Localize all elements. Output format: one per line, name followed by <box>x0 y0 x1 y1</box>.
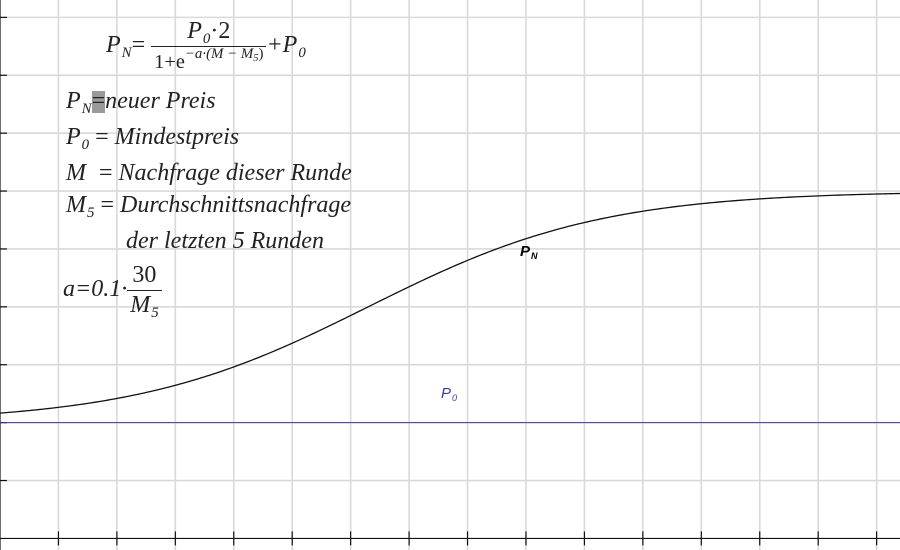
a-formula: a=0.1· 30 M5 <box>63 262 162 322</box>
numerator-rest: ·2 <box>210 18 231 44</box>
legend-text: Mindestpreis <box>114 124 240 150</box>
formula-denominator: 1+e−a·(M − M5) <box>151 46 266 75</box>
formula-fraction: P0·2 1+e−a·(M − M5) <box>151 18 267 75</box>
legend-sub: 0 <box>81 137 90 154</box>
a-formula-lhs: a=0.1· <box>63 276 128 303</box>
a-formula-fraction: 30 M5 <box>127 262 162 322</box>
a-den-sym: M <box>130 292 151 318</box>
pn-curve-label: PN <box>520 243 538 262</box>
formula-plus: +P <box>266 32 298 59</box>
legend-eq: = <box>91 88 106 114</box>
numerator-p-sub: 0 <box>202 31 211 48</box>
legend-text: Durchschnittsnachfrage <box>119 192 352 218</box>
legend-eq: = <box>89 124 115 150</box>
p0-label-main: P <box>441 385 452 402</box>
legend-sym: M <box>66 192 86 218</box>
pn-label-main: P <box>520 243 531 260</box>
exponent-sub: 5 <box>253 53 259 65</box>
a-formula-denominator: M5 <box>127 291 161 322</box>
denominator-base: 1+e <box>154 51 185 73</box>
legend-sym: M <box>66 160 86 186</box>
legend-text: Nachfrage dieser Runde <box>118 160 352 186</box>
legend-line-m: M = Nachfrage dieser Runde <box>66 160 352 187</box>
numerator-p: P <box>187 18 202 44</box>
exponent-close: ) <box>258 46 264 63</box>
legend-eq: = <box>87 160 119 186</box>
legend-line-pn: PN=neuer Preis <box>66 88 216 118</box>
denominator-exponent: −a·(M − M5) <box>184 46 264 65</box>
exponent-text: −a·(M − M <box>184 46 254 63</box>
legend-sym: P <box>66 124 81 150</box>
legend-sym: P <box>66 88 81 114</box>
a-den-sub: 5 <box>151 305 159 322</box>
formula-lhs: P <box>106 32 121 59</box>
legend-sub: N <box>81 101 92 118</box>
legend-line-p0: P0 = Mindestpreis <box>66 124 240 154</box>
legend-continuation: der letzten 5 Runden <box>126 228 324 254</box>
a-formula-numerator: 30 <box>127 262 162 291</box>
p0-label-sub: 0 <box>452 393 458 404</box>
formula-numerator: P0·2 <box>151 18 267 48</box>
legend-eq: = <box>94 192 120 218</box>
legend-text: neuer Preis <box>105 88 216 114</box>
formula-eq: = <box>131 32 146 59</box>
formula-lhs-sub: N <box>121 45 132 62</box>
formula-plus-sub: 0 <box>298 45 306 62</box>
legend-line-m5: M5 = Durchschnittsnachfrage <box>66 192 352 222</box>
p0-line-label: P0 <box>441 385 458 404</box>
main-formula: PN= P0·2 1+e−a·(M − M5) +P0 <box>106 18 306 75</box>
legend-sub: 5 <box>87 205 95 222</box>
pn-label-sub: N <box>531 251 538 262</box>
